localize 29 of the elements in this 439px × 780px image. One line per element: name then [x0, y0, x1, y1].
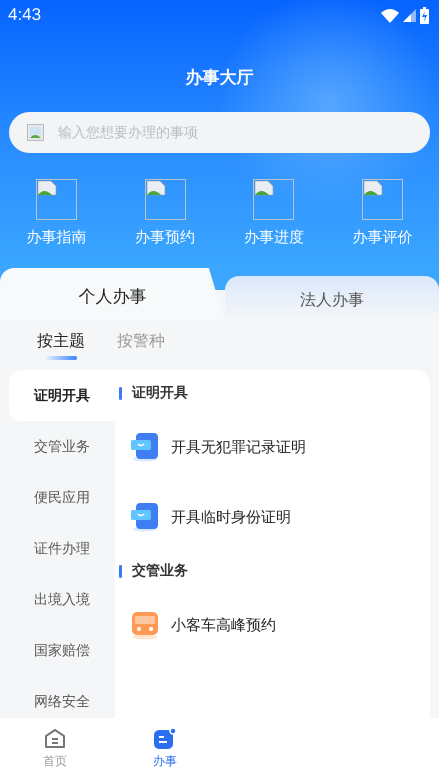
document-icon: [131, 432, 159, 462]
wifi-icon: [381, 8, 399, 22]
service-item[interactable]: 开具无犯罪记录证明: [115, 412, 430, 482]
category-item[interactable]: 国家赔偿: [9, 625, 115, 676]
battery-icon: [420, 6, 429, 24]
page-title: 办事大厅: [184, 67, 254, 90]
home-icon: [44, 728, 66, 749]
image-placeholder-icon: [144, 179, 186, 220]
bus-icon: [131, 610, 159, 640]
category-item[interactable]: 交管业务: [9, 421, 115, 472]
image-placeholder-icon: [253, 179, 294, 220]
section-title: 交管业务: [132, 562, 188, 580]
status-time: 4:43: [8, 5, 42, 25]
signal-icon: [403, 8, 416, 22]
category-item[interactable]: 网络安全: [9, 676, 115, 718]
nav-item[interactable]: 办事: [110, 718, 220, 780]
image-placeholder-icon: [36, 179, 77, 220]
service-item[interactable]: 开具临时身份证明: [115, 482, 430, 552]
category-item[interactable]: 证明开具: [9, 370, 115, 421]
sub-tab[interactable]: 按主题: [37, 330, 85, 360]
service-icon: [154, 728, 176, 749]
category-item[interactable]: 便民应用: [9, 472, 115, 523]
section-title: 证明开具: [132, 384, 188, 402]
document-icon: [131, 502, 159, 532]
image-placeholder-icon: [27, 124, 44, 141]
category-item[interactable]: 证件办理: [9, 523, 115, 574]
category-item[interactable]: 出境入境: [9, 574, 115, 625]
service-item[interactable]: 小客车高峰预约: [115, 590, 430, 660]
image-placeholder-icon: [362, 179, 404, 220]
